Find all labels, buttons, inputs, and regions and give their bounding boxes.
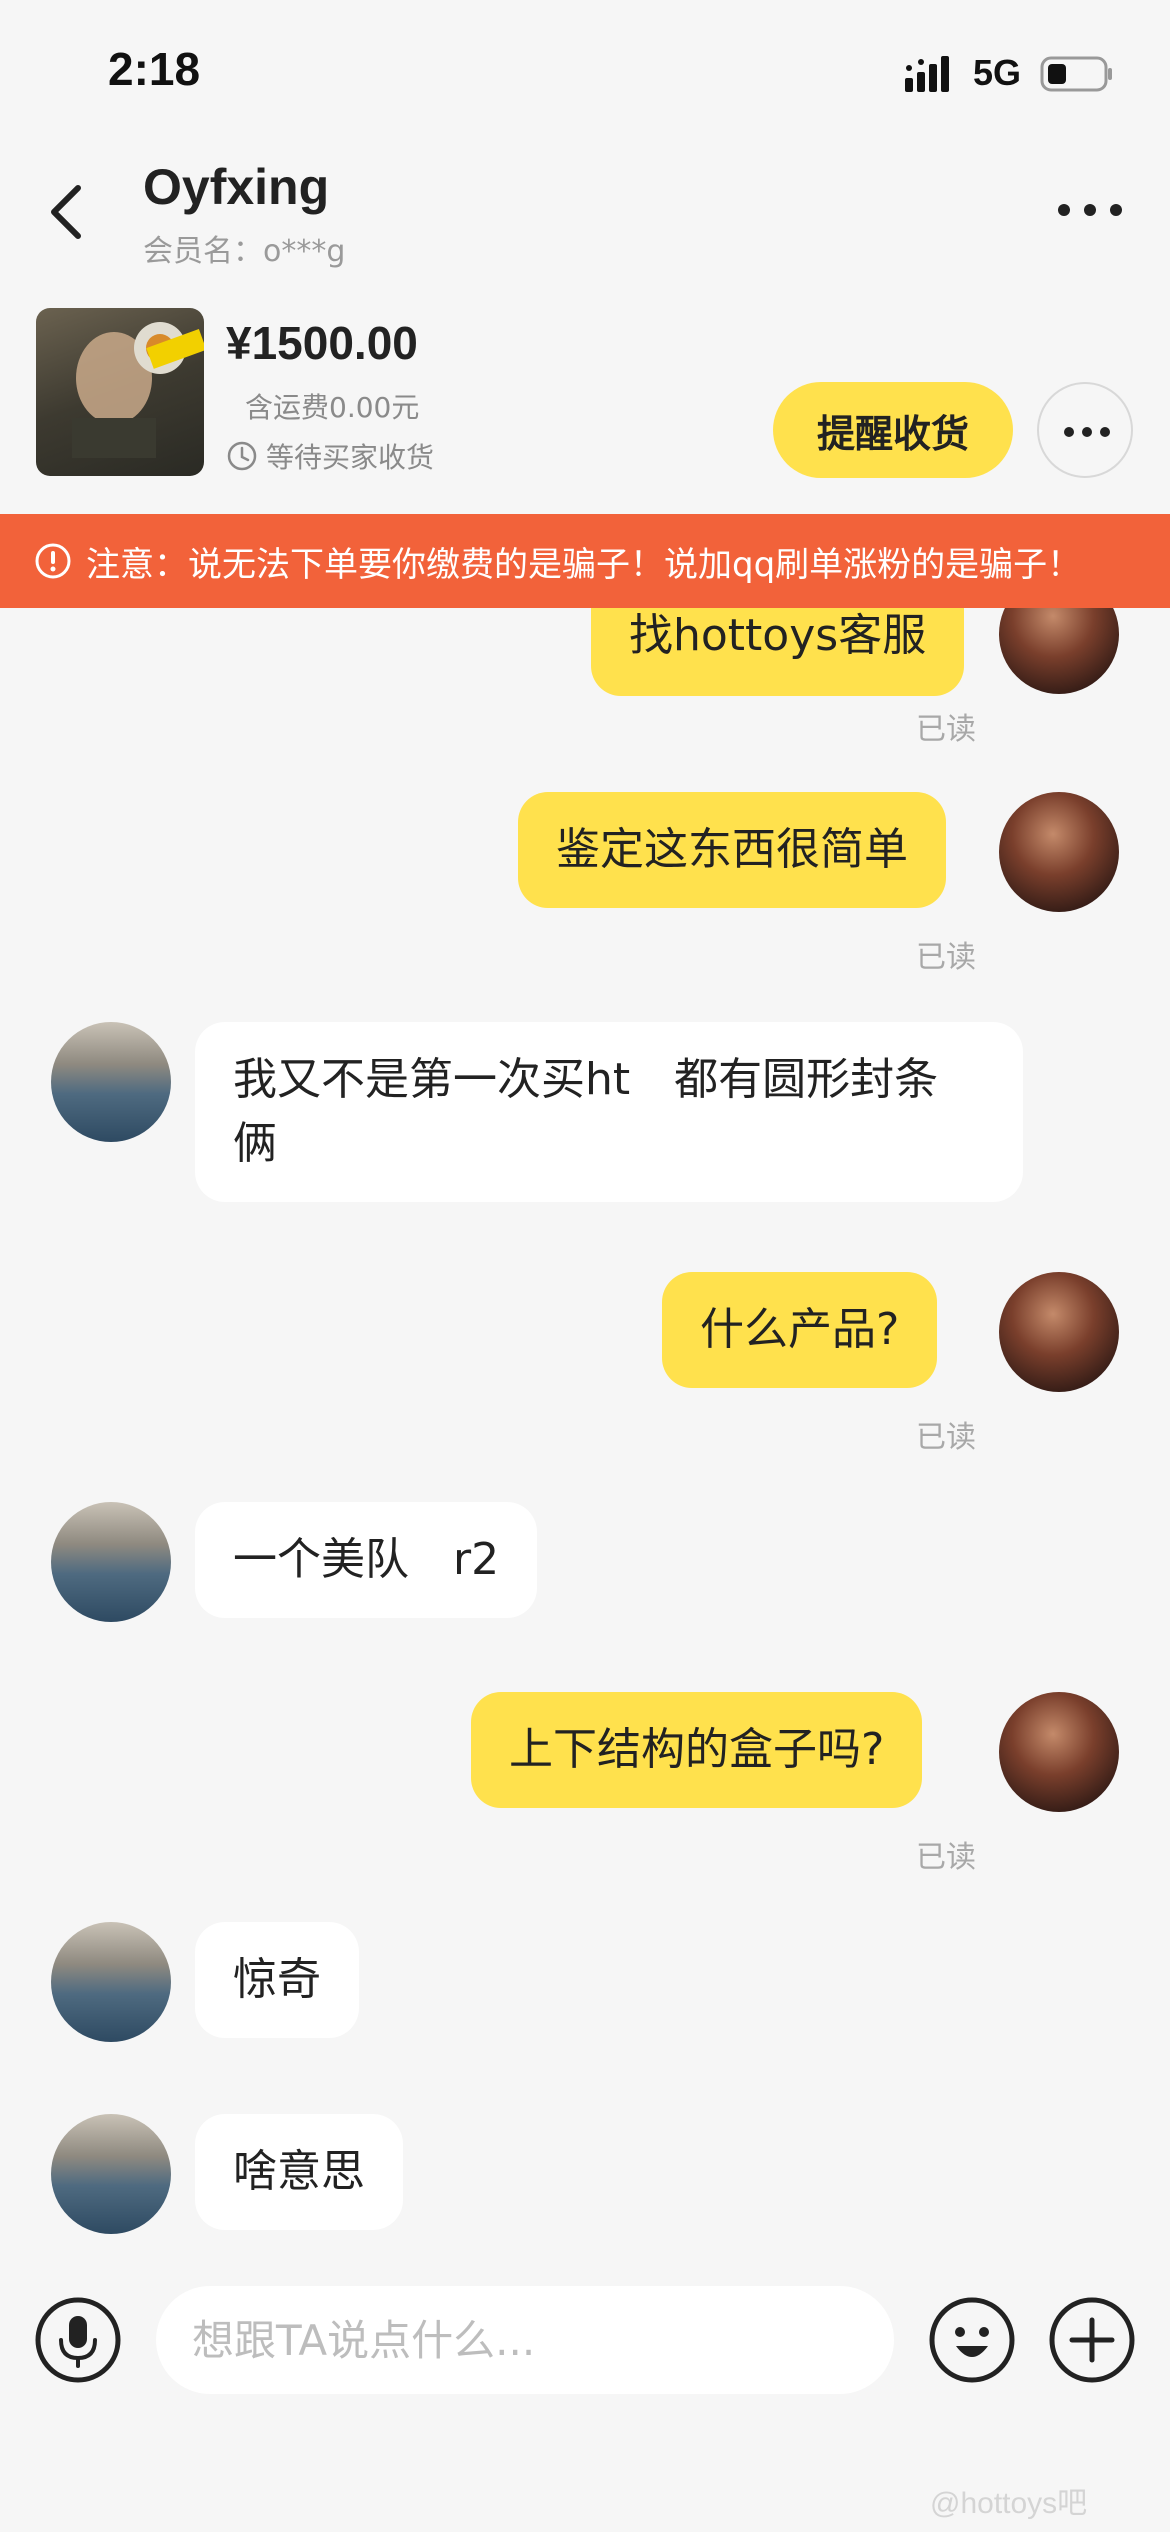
order-price: ¥1500.00 <box>226 317 418 369</box>
microphone-icon[interactable] <box>34 2296 122 2384</box>
contact-avatar[interactable] <box>51 1022 171 1142</box>
read-receipt: 已读 <box>916 712 976 747</box>
my-avatar[interactable] <box>999 608 1119 694</box>
message-bubble-received[interactable]: 我又不是第一次买ht 都有圆形封条 俩 <box>195 1022 1023 1202</box>
my-avatar[interactable] <box>999 792 1119 912</box>
read-receipt: 已读 <box>916 1840 976 1875</box>
status-bar: 2:18 5G <box>0 0 1170 140</box>
signal-icon <box>905 56 949 92</box>
my-avatar[interactable] <box>999 1692 1119 1812</box>
battery-icon <box>1040 56 1112 92</box>
chat-header: Oyfxing 会员名：o***g <box>0 140 1170 280</box>
message-bubble-sent[interactable]: 什么产品? <box>662 1272 938 1388</box>
message-bubble-sent[interactable]: 找hottoys客服 <box>591 608 965 696</box>
message-text: 啥意思 <box>233 2146 365 2197</box>
contact-avatar[interactable] <box>51 2114 171 2234</box>
alert-icon <box>35 543 71 579</box>
read-receipt: 已读 <box>916 940 976 975</box>
order-card: ¥1500.00 含运费0.00元 等待买家收货 提醒收货 <box>0 290 1170 510</box>
order-more-button[interactable] <box>1037 382 1133 478</box>
status-time: 2:18 <box>108 43 201 95</box>
message-input[interactable] <box>156 2286 894 2394</box>
message-bubble-sent[interactable]: 鉴定这东西很简单 <box>518 792 946 908</box>
message-list[interactable]: 找hottoys客服 已读 鉴定这东西很简单 已读 我又不是第一次买ht 都有圆… <box>0 608 1170 2248</box>
product-thumbnail[interactable] <box>36 308 204 476</box>
message-text: 什么产品? <box>700 1304 900 1355</box>
shipping-fee: 含运费0.00元 <box>245 391 420 424</box>
contact-name: Oyfxing <box>143 159 330 215</box>
clock-icon <box>227 441 257 471</box>
message-bubble-received[interactable]: 啥意思 <box>195 2114 403 2230</box>
remind-receipt-button[interactable]: 提醒收货 <box>773 382 1013 478</box>
message-text: 鉴定这东西很简单 <box>556 824 908 875</box>
order-status: 等待买家收货 <box>226 436 434 476</box>
emoji-icon[interactable] <box>928 2296 1016 2384</box>
back-arrow-icon[interactable] <box>40 168 100 248</box>
contact-avatar[interactable] <box>51 1922 171 2042</box>
network-type: 5G <box>973 52 1022 93</box>
order-status-text: 等待买家收货 <box>266 441 435 474</box>
message-text: 找hottoys客服 <box>629 610 927 661</box>
scam-warning-banner: 注意：说无法下单要你缴费的是骗子！说加qq刷单涨粉的是骗子！ <box>0 514 1170 608</box>
plus-icon[interactable] <box>1048 2296 1136 2384</box>
message-text: 惊奇 <box>233 1954 321 2005</box>
member-name: 会员名：o***g <box>143 234 346 269</box>
message-text: 我又不是第一次买ht 都有圆形封条 俩 <box>233 1054 983 1169</box>
message-text: 上下结构的盒子吗? <box>509 1724 885 1775</box>
watermark: @hottoys吧 <box>930 2487 1088 2520</box>
message-bubble-received[interactable]: 惊奇 <box>195 1922 359 2038</box>
input-bar <box>0 2270 1170 2410</box>
warning-text: 注意：说无法下单要你缴费的是骗子！说加qq刷单涨粉的是骗子！ <box>86 544 1082 585</box>
my-avatar[interactable] <box>999 1272 1119 1392</box>
contact-avatar[interactable] <box>51 1502 171 1622</box>
message-bubble-sent[interactable]: 上下结构的盒子吗? <box>471 1692 923 1808</box>
message-text: 一个美队 r2 <box>233 1534 500 1585</box>
message-bubble-received[interactable]: 一个美队 r2 <box>195 1502 538 1618</box>
read-receipt: 已读 <box>916 1420 976 1455</box>
more-options-icon[interactable] <box>1050 190 1130 230</box>
more-dots-icon <box>1064 427 1110 437</box>
